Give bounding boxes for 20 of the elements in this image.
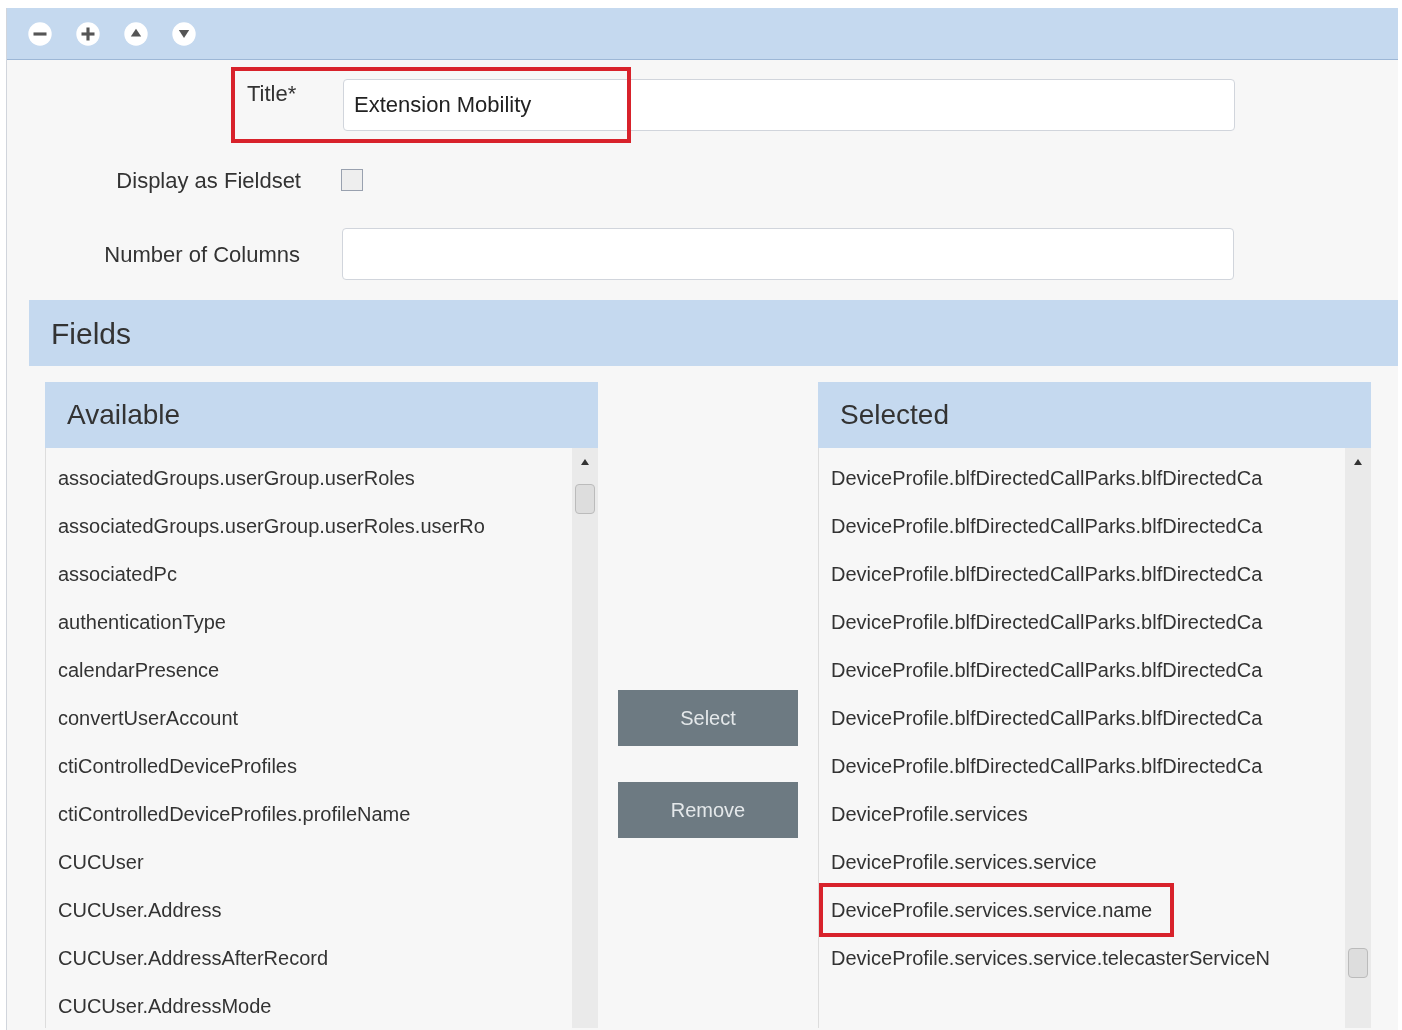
checkbox[interactable]	[341, 169, 363, 191]
section-title: Fields	[51, 315, 132, 352]
field-label: Title*	[247, 80, 298, 108]
scrollbar[interactable]	[1345, 448, 1371, 1028]
action-button[interactable]: Select	[618, 690, 798, 746]
field-label: Display as Fieldset	[115, 166, 301, 195]
input-field[interactable]: Extension Mobility	[343, 79, 1235, 131]
up-arrow-icon[interactable]	[1353, 458, 1363, 466]
plus-icon[interactable]	[75, 20, 101, 47]
input-field[interactable]	[342, 228, 1234, 280]
up-arrow-icon[interactable]	[580, 458, 590, 466]
panel-title: Selected	[840, 398, 949, 432]
field-label: Number of Columns	[103, 240, 300, 269]
minus-icon[interactable]	[27, 20, 53, 47]
action-button[interactable]: Remove	[618, 782, 798, 838]
panel-title: Available	[67, 398, 181, 432]
list-item[interactable]: DeviceProfile.services.service.name	[819, 883, 1175, 937]
scrollbar-thumb[interactable]	[1348, 948, 1368, 978]
scrollbar-thumb[interactable]	[575, 484, 595, 514]
scrollbar[interactable]	[572, 448, 598, 1028]
